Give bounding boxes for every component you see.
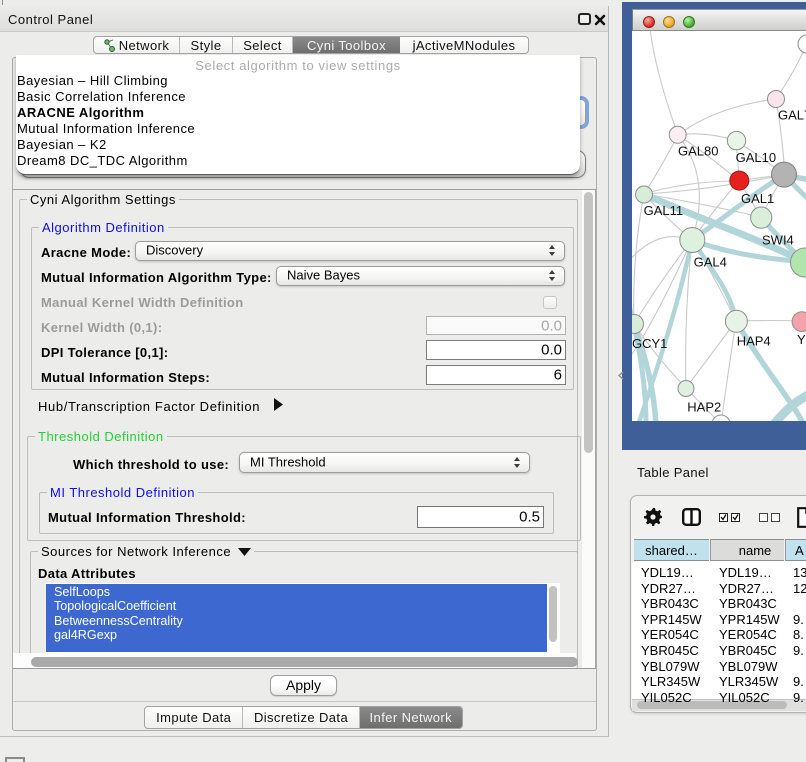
svg-text:GAL11: GAL11 (644, 203, 684, 218)
svg-text:GAL80: GAL80 (678, 144, 718, 159)
svg-text:GCY1: GCY1 (632, 336, 667, 351)
svg-text:SWI4: SWI4 (762, 233, 794, 248)
svg-text:HAP2: HAP2 (687, 400, 721, 415)
svg-text:GAL10: GAL10 (736, 150, 776, 165)
svg-text:YM: YM (797, 332, 806, 347)
svg-text:GAL4: GAL4 (694, 255, 727, 270)
svg-text:GAL7: GAL7 (778, 108, 806, 123)
svg-text:HAP4: HAP4 (737, 334, 771, 349)
svg-text:GAL1: GAL1 (741, 191, 774, 206)
